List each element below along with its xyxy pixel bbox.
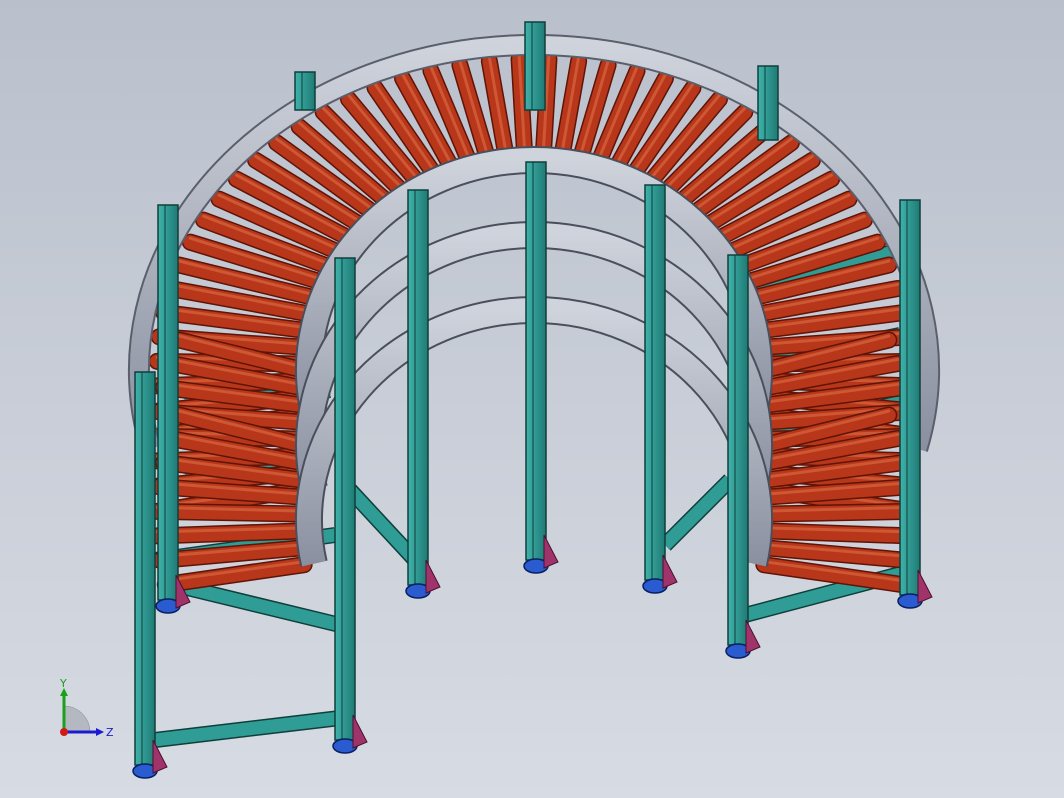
support-leg — [727, 254, 749, 646]
triad-arc-icon — [63, 705, 91, 733]
anchor-bracket — [917, 569, 933, 604]
support-leg — [134, 371, 156, 766]
support-leg — [899, 199, 921, 596]
anchor-bracket — [425, 559, 441, 594]
support-leg — [407, 189, 429, 586]
z-axis-label: Z — [106, 726, 114, 739]
frame-brace — [660, 475, 735, 550]
cad-viewport[interactable]: Y Z — [0, 0, 1064, 798]
anchor-bracket — [543, 534, 559, 569]
support-leg — [524, 21, 546, 111]
frame-brace — [345, 485, 420, 565]
axis-triad: Y Z — [50, 676, 120, 746]
anchor-bracket — [745, 619, 761, 654]
support-leg — [525, 161, 547, 561]
anchor-bracket — [352, 714, 368, 749]
origin-icon — [60, 728, 68, 736]
support-leg — [334, 257, 356, 741]
frame-brace — [173, 578, 342, 632]
conveyor-model[interactable] — [0, 0, 1064, 798]
support-leg — [757, 65, 779, 141]
support-leg — [294, 71, 316, 111]
y-axis-label: Y — [59, 677, 67, 690]
roller-body — [158, 557, 312, 592]
support-leg — [644, 184, 666, 581]
support-leg — [157, 204, 179, 601]
anchor-bracket — [662, 554, 678, 589]
roller-body — [756, 557, 910, 592]
